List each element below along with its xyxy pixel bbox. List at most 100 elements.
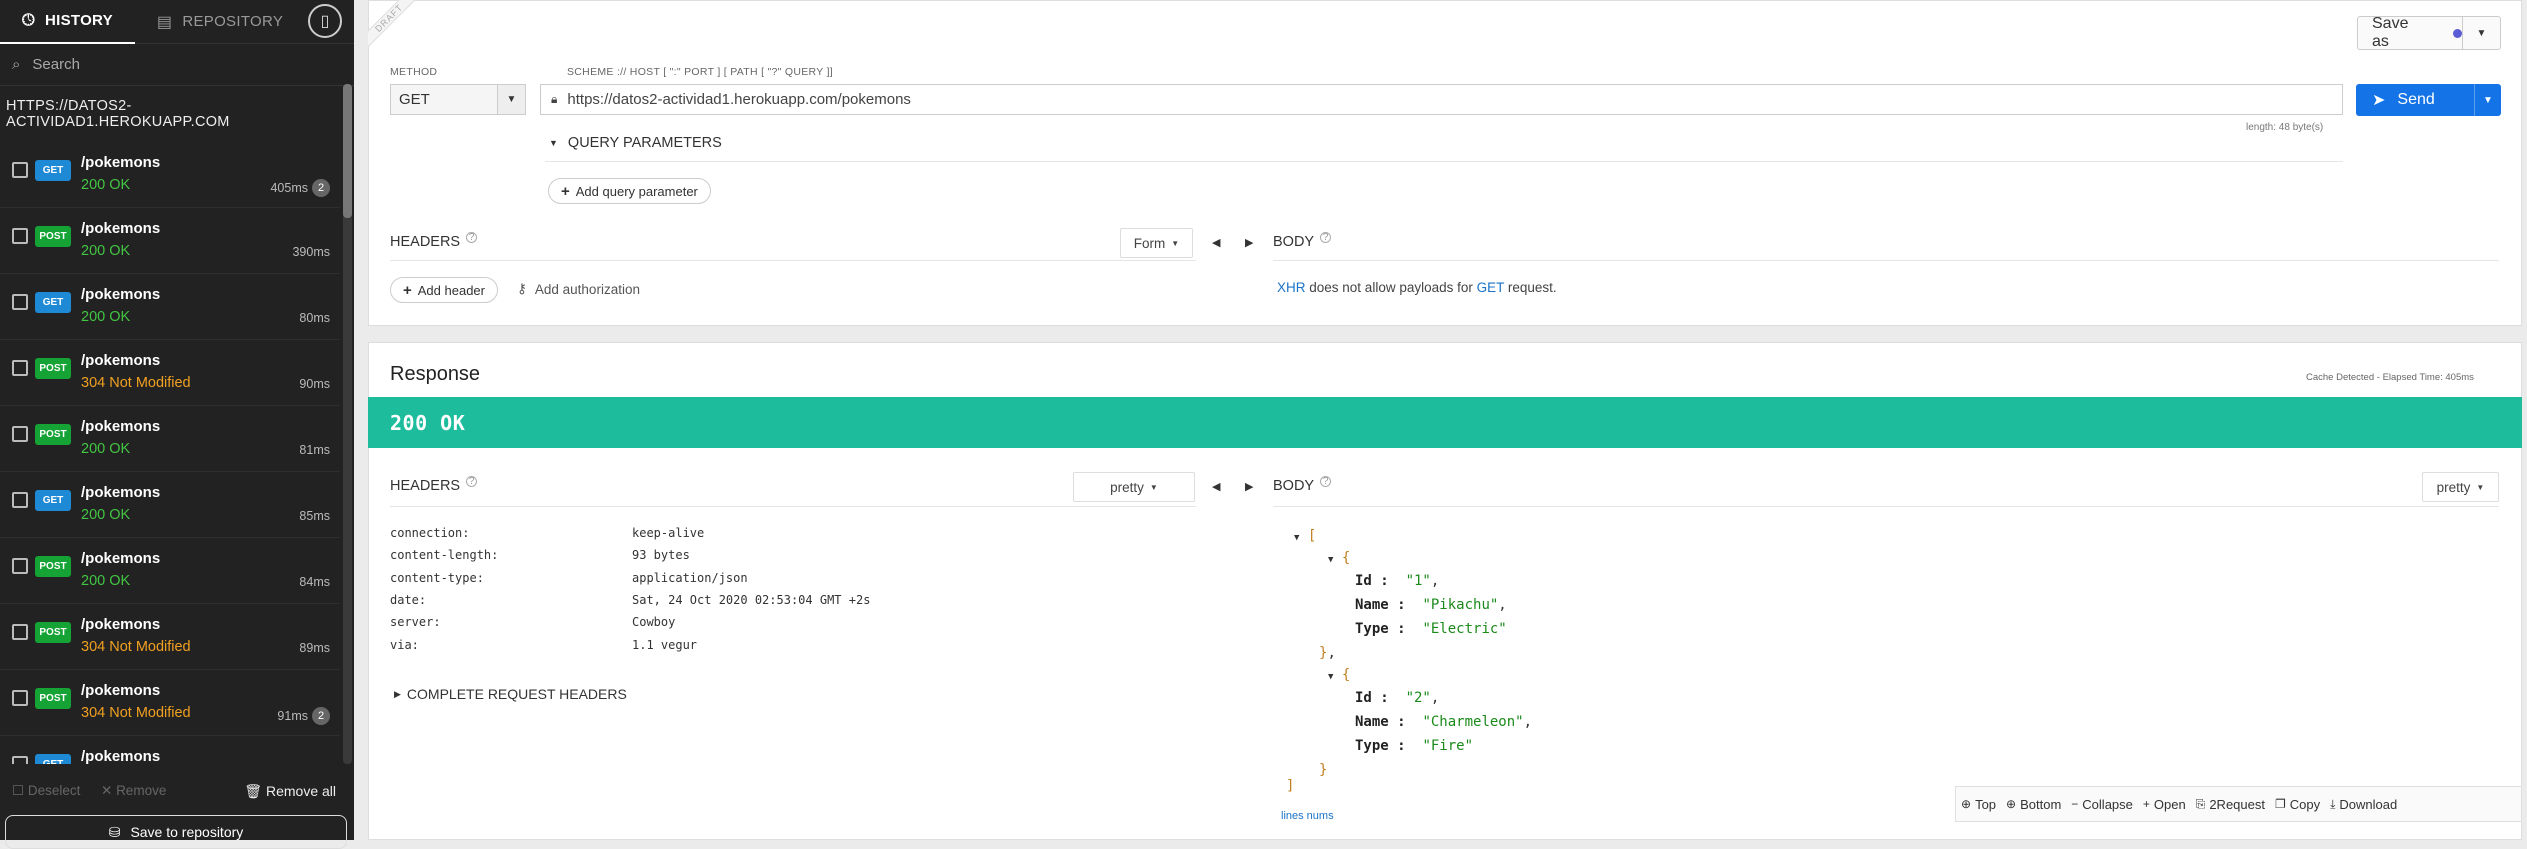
headers-mode-select[interactable]: Form ▼ bbox=[1120, 228, 1193, 258]
response-toolbar: ⊕ Top ⊕ Bottom − Collapse + Open ⎘ 2Request ❐ Copy ⤓… bbox=[1955, 786, 2522, 822]
line-numbers-link[interactable]: lines nums bbox=[1281, 810, 1334, 822]
help-icon[interactable]: ? bbox=[1320, 231, 1332, 243]
collapse-button-label: Collapse bbox=[2082, 796, 2133, 812]
caret-down-icon[interactable]: ▼ bbox=[1328, 672, 1333, 682]
response-header-row: server: Cowboy bbox=[390, 615, 675, 629]
response-headers-mode-select[interactable]: pretty ▼ bbox=[1073, 472, 1195, 502]
history-item[interactable]: POST/pokemons 200 OK 390ms bbox=[0, 208, 340, 274]
request-length: length: 48 byte(s) bbox=[2246, 122, 2324, 133]
copy-button[interactable]: ❐ Copy bbox=[2275, 797, 2320, 812]
history-item-path: /pokemons bbox=[81, 484, 161, 501]
chevron-down-icon[interactable]: ▼ bbox=[2474, 84, 2501, 116]
divider bbox=[545, 161, 2343, 162]
tab-repository[interactable]: ▤ REPOSITORY bbox=[135, 0, 305, 44]
collapse-button[interactable]: − Collapse bbox=[2071, 797, 2133, 812]
json-brace: } bbox=[1319, 645, 1328, 661]
history-item-status: 200 OK bbox=[81, 177, 131, 193]
add-authorization-button[interactable]: ⚷ Add authorization bbox=[517, 281, 640, 297]
remove-button[interactable]: ✕ Remove bbox=[101, 783, 166, 799]
add-authorization-label: Add authorization bbox=[534, 281, 640, 297]
help-icon[interactable]: ? bbox=[466, 231, 478, 243]
response-header-row: connection: keep-alive bbox=[390, 526, 704, 540]
xhr-link[interactable]: XHR bbox=[1277, 280, 1306, 295]
response-header-value: 1.1 vegur bbox=[632, 637, 698, 652]
history-item-status: 304 Not Modified bbox=[81, 639, 191, 655]
response-header-row: via: 1.1 vegur bbox=[390, 638, 697, 652]
complete-request-headers-toggle[interactable]: ▶ COMPLETE REQUEST HEADERS bbox=[394, 686, 627, 702]
open-button[interactable]: + Open bbox=[2143, 797, 2186, 812]
json-line: ] bbox=[1286, 778, 1294, 794]
history-item-checkbox[interactable] bbox=[12, 294, 28, 310]
history-item-checkbox[interactable] bbox=[12, 426, 28, 442]
caret-down-icon[interactable]: ▼ bbox=[1328, 555, 1333, 565]
deselect-button[interactable]: ☐ Deselect bbox=[12, 783, 80, 799]
response-header-key: date: bbox=[390, 592, 427, 607]
json-line: Name : "Charmeleon", bbox=[1355, 714, 1533, 730]
history-item-time-value: 85ms bbox=[299, 509, 330, 523]
history-item-checkbox[interactable] bbox=[12, 360, 28, 376]
save-as-button[interactable]: Save as ▼ bbox=[2357, 15, 2501, 50]
save-to-repository-button[interactable]: ⛁ Save to repository bbox=[5, 815, 347, 849]
history-item-checkbox[interactable] bbox=[12, 756, 28, 764]
history-item-checkbox[interactable] bbox=[12, 162, 28, 178]
scrollbar-thumb[interactable] bbox=[343, 84, 352, 218]
query-parameters-toggle[interactable]: ▼ QUERY PARAMETERS bbox=[549, 135, 722, 151]
download-button[interactable]: ⤓ Download bbox=[2330, 797, 2397, 812]
history-item[interactable]: GET/pokemons bbox=[0, 736, 340, 764]
caret-down-icon[interactable]: ▼ bbox=[1294, 533, 1299, 543]
url-input[interactable]: 🔒︎ https://datos2-actividad1.herokuapp.c… bbox=[540, 84, 2343, 115]
history-item-path: /pokemons bbox=[81, 682, 161, 699]
response-body-mode-select[interactable]: pretty ▼ bbox=[2422, 472, 2499, 502]
history-item[interactable]: GET/pokemons 200 OK 80ms bbox=[0, 274, 340, 340]
history-item-time-value: 84ms bbox=[299, 575, 330, 589]
history-item[interactable]: GET/pokemons 200 OK 85ms bbox=[0, 472, 340, 538]
download-button-label: Download bbox=[2339, 796, 2398, 812]
history-item-checkbox[interactable] bbox=[12, 624, 28, 640]
chevron-down-icon[interactable]: ▼ bbox=[2462, 17, 2500, 49]
collapse-left-icon[interactable]: ◀ bbox=[1212, 480, 1220, 493]
document-icon[interactable]: ▯ bbox=[308, 4, 342, 38]
expand-right-icon[interactable]: ▶ bbox=[1245, 236, 1253, 249]
response-header-value: 93 bytes bbox=[632, 548, 690, 563]
history-item[interactable]: POST/pokemons 200 OK 84ms bbox=[0, 538, 340, 604]
deselect-label: Deselect bbox=[27, 783, 81, 798]
to-request-button[interactable]: ⎘ 2Request bbox=[2196, 797, 2265, 812]
history-item-checkbox[interactable] bbox=[12, 690, 28, 706]
expand-right-icon[interactable]: ▶ bbox=[1245, 480, 1253, 493]
history-item[interactable]: POST/pokemons 304 Not Modified 90ms bbox=[0, 340, 340, 406]
method-select[interactable]: GET ▼ bbox=[390, 84, 526, 115]
response-headers-heading: HEADERS? bbox=[390, 475, 478, 494]
remove-label: Remove bbox=[116, 783, 167, 798]
json-bracket: [ bbox=[1307, 528, 1317, 544]
collapse-left-icon[interactable]: ◀ bbox=[1212, 236, 1220, 249]
history-item-time: 85ms bbox=[299, 509, 330, 523]
divider bbox=[390, 260, 1196, 261]
help-icon[interactable]: ? bbox=[1320, 475, 1332, 487]
search-input[interactable]: ⌕ Search bbox=[0, 44, 354, 86]
history-item-checkbox[interactable] bbox=[12, 228, 28, 244]
remove-all-button[interactable]: 🗑︎ Remove all bbox=[244, 783, 336, 800]
history-item-path: /pokemons bbox=[81, 154, 161, 171]
history-item[interactable]: POST/pokemons 304 Not Modified 91ms 2 bbox=[0, 670, 340, 736]
history-item-status: 200 OK bbox=[81, 243, 131, 259]
history-item[interactable]: GET/pokemons 200 OK 405ms 2 bbox=[0, 142, 340, 208]
copy-icon: ❐ bbox=[2274, 797, 2286, 811]
top-button[interactable]: ⊕ Top bbox=[1961, 797, 1996, 812]
bottom-button[interactable]: ⊕ Bottom bbox=[2006, 797, 2061, 812]
add-header-button[interactable]: + Add header bbox=[390, 277, 498, 303]
sidebar-scrollbar[interactable] bbox=[343, 84, 352, 764]
chevron-down-icon[interactable]: ▼ bbox=[497, 85, 525, 114]
caret-down-icon: ▼ bbox=[549, 138, 558, 148]
copy-button-label: Copy bbox=[2289, 796, 2321, 812]
history-item-checkbox[interactable] bbox=[12, 558, 28, 574]
help-icon[interactable]: ? bbox=[466, 475, 478, 487]
method-badge: GET bbox=[35, 292, 71, 313]
method-link[interactable]: GET bbox=[1477, 280, 1505, 295]
send-button[interactable]: ➤ Send ▼ bbox=[2356, 84, 2501, 116]
history-item-checkbox[interactable] bbox=[12, 492, 28, 508]
tab-history[interactable]: 🕓︎ HISTORY bbox=[0, 0, 135, 44]
history-item[interactable]: POST/pokemons 200 OK 81ms bbox=[0, 406, 340, 472]
json-line: Name : "Pikachu", bbox=[1355, 597, 1507, 613]
history-item[interactable]: POST/pokemons 304 Not Modified 89ms bbox=[0, 604, 340, 670]
add-query-parameter-button[interactable]: + Add query parameter bbox=[548, 178, 711, 204]
